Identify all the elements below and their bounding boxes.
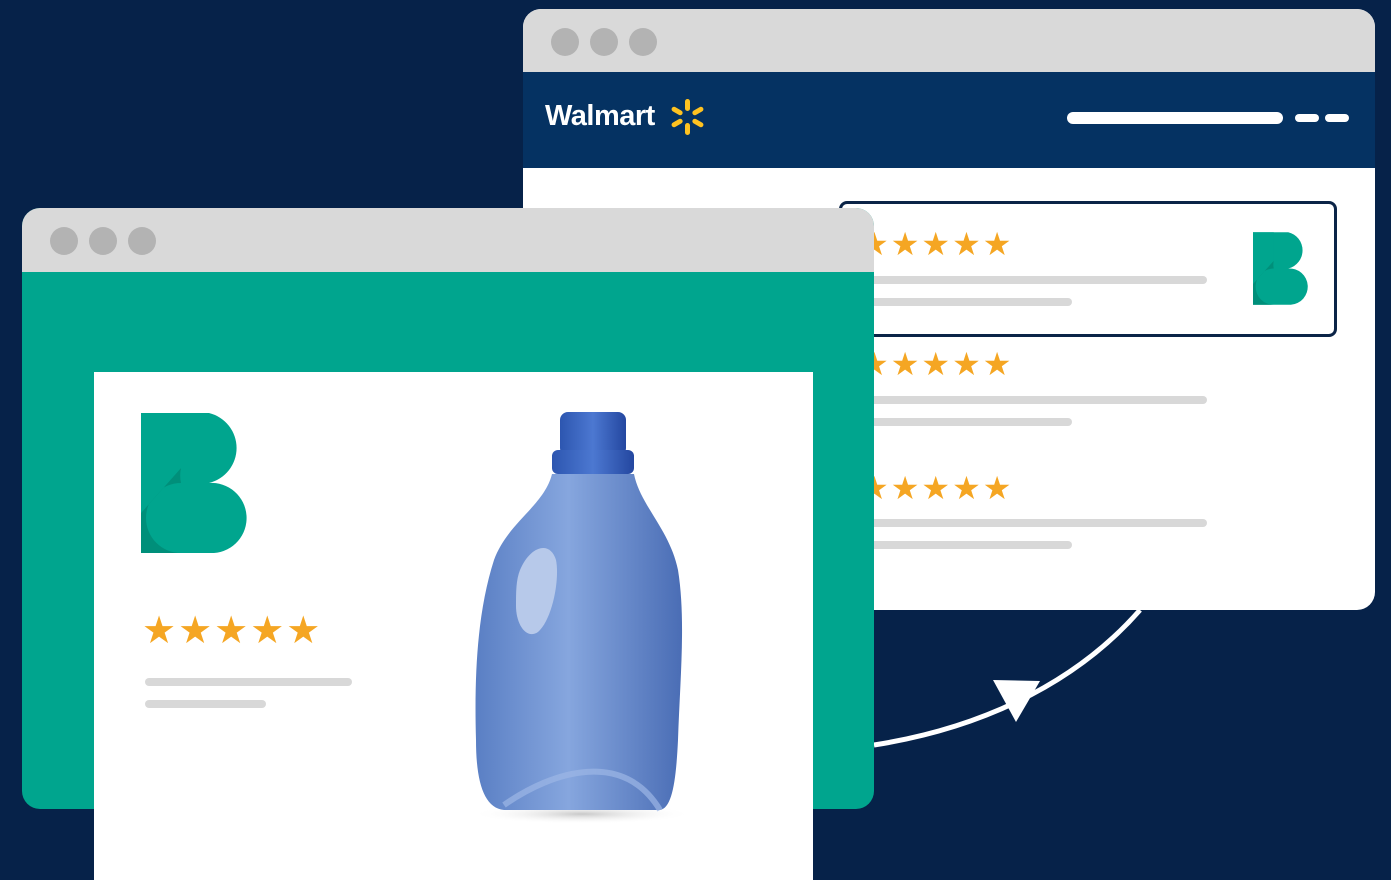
- window-minimize-dot[interactable]: [590, 28, 618, 56]
- review-text-line: [145, 678, 352, 686]
- walmart-logo-text[interactable]: Walmart: [545, 100, 655, 133]
- window-minimize-dot[interactable]: [89, 227, 117, 255]
- review-stars: ★★★★★: [860, 346, 1014, 382]
- bazaarvoice-logo-icon: [1253, 232, 1308, 305]
- search-bar[interactable]: [1067, 112, 1283, 124]
- review-stars: ★★★★★: [860, 226, 1014, 262]
- walmart-header: Walmart: [523, 72, 1375, 168]
- window-close-dot[interactable]: [551, 28, 579, 56]
- review-stars: ★★★★★: [860, 470, 1014, 506]
- review-stars: ★★★★★: [142, 610, 323, 652]
- bazaarvoice-logo-icon: [141, 413, 247, 553]
- review-text-line: [869, 298, 1072, 306]
- review-text-line: [869, 418, 1072, 426]
- window-maximize-dot[interactable]: [629, 28, 657, 56]
- product-panel: ★★★★★: [94, 372, 813, 880]
- browser-titlebar: [22, 208, 874, 272]
- menu-dash[interactable]: [1325, 114, 1349, 122]
- review-text-line: [145, 700, 266, 708]
- review-text-line: [869, 276, 1207, 284]
- review-text-line: [869, 396, 1207, 404]
- walmart-spark-icon: [671, 99, 704, 135]
- menu-dash[interactable]: [1295, 114, 1319, 122]
- detergent-bottle-image: [472, 412, 692, 824]
- window-maximize-dot[interactable]: [128, 227, 156, 255]
- review-text-line: [869, 519, 1207, 527]
- window-close-dot[interactable]: [50, 227, 78, 255]
- browser-titlebar: [523, 9, 1375, 72]
- review-text-line: [869, 541, 1072, 549]
